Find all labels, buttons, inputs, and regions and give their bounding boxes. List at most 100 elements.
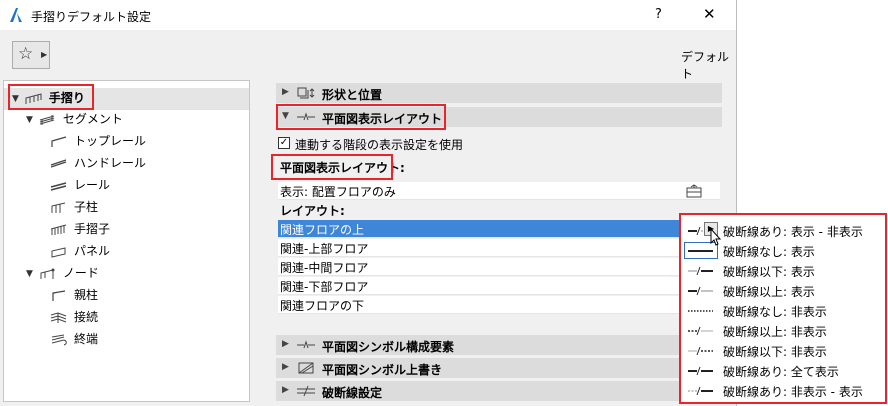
- layout-row-label: 関連-中間フロア: [280, 261, 369, 275]
- break-line-settings-icon: [297, 385, 315, 397]
- toprail-icon: [51, 135, 67, 147]
- chevron-right-icon: ▶: [282, 385, 289, 395]
- handrail-icon: [50, 158, 67, 168]
- layout-row-middle[interactable]: 関連-中間フロア: [278, 258, 720, 276]
- tree-item-node[interactable]: ▼ ノード: [26, 263, 99, 284]
- tree-item-segment[interactable]: ▼ セグメント: [26, 109, 123, 130]
- symbol-override-icon: [298, 362, 314, 374]
- tree-item-baluster[interactable]: 手摺子: [50, 219, 110, 240]
- break-below-hidden-icon: [688, 346, 713, 356]
- dropdown-option-label: 破断線以下: 表示: [723, 265, 815, 279]
- tree-label-newel: 親柱: [74, 288, 99, 302]
- tree-label-baluster: 手摺子: [74, 222, 111, 236]
- layout-row-label: 関連フロアの上: [280, 223, 365, 237]
- break-below-icon: [688, 266, 713, 276]
- layout-row-lower[interactable]: 関連-下部フロア: [278, 277, 720, 295]
- section-label-symbol-components: 平面図シンボル構成要素: [322, 340, 455, 354]
- tree-label-node: ノード: [62, 266, 99, 280]
- chevron-down-icon: ▼: [26, 269, 33, 279]
- dropdown-option-label: 破断線あり: 表示 - 非表示: [723, 225, 863, 239]
- highlight-plan-heading: [271, 154, 393, 180]
- layout-row-label: 関連-下部フロア: [280, 280, 369, 294]
- dropdown-option[interactable]: 破断線あり: 全て表示: [683, 361, 885, 380]
- shape-position-icon: [297, 87, 315, 99]
- title-bar: 手摺りデフォルト設定 ? ✕: [0, 0, 736, 30]
- break-above-icon: [688, 286, 713, 296]
- chevron-down-icon: ▼: [26, 115, 33, 125]
- layout-row-upper[interactable]: 関連-上部フロア: [278, 239, 720, 257]
- star-icon: ☆: [18, 44, 34, 64]
- dropdown-option-label: 破断線以下: 非表示: [723, 345, 827, 359]
- baluster-icon: [50, 224, 67, 235]
- link-stair-checkbox[interactable]: ✓: [278, 137, 290, 149]
- dropdown-option-label: 破断線以上: 非表示: [723, 325, 827, 339]
- tree-label-post: 子柱: [74, 200, 99, 214]
- panel-icon: [51, 246, 66, 258]
- rail-icon: [50, 181, 67, 191]
- tree-label-segment: セグメント: [62, 112, 123, 126]
- tree-label-panel: パネル: [74, 244, 111, 258]
- close-button[interactable]: ✕: [703, 5, 716, 23]
- display-label: 表示: 配置フロアのみ: [280, 185, 396, 199]
- layout-row-label: 関連フロアの下: [280, 299, 365, 313]
- tree-label-toprail: トップレール: [74, 134, 147, 148]
- newel-icon: [52, 289, 66, 301]
- app-icon: [10, 8, 22, 22]
- section-symbol-override[interactable]: ▶ 平面図シンボル上書き: [276, 358, 722, 378]
- settings-tree: ▼ 手摺り ▼ セグメント トップレール ハンドレール レール 子柱 手摺子 パネル…: [3, 80, 250, 402]
- tree-item-rail[interactable]: レール: [50, 175, 110, 196]
- display-row[interactable]: 表示: 配置フロアのみ: [278, 182, 720, 200]
- dropdown-option[interactable]: 破断線以上: 非表示: [683, 321, 885, 340]
- tree-item-connection[interactable]: 接続: [50, 307, 98, 328]
- end-icon: [51, 334, 67, 345]
- break-above-hidden-icon: [688, 326, 713, 336]
- layout-row-label: 関連-上部フロア: [280, 242, 369, 256]
- display-value: 配置フロアのみ: [311, 185, 396, 199]
- node-icon: [40, 268, 55, 279]
- dropdown-option-label: 破断線なし: 表示: [723, 245, 815, 259]
- tree-item-handrail[interactable]: ハンドレール: [50, 153, 146, 174]
- break-all-show-icon: [688, 366, 713, 376]
- triangle-right-icon: ▶: [41, 50, 48, 59]
- layout-row-above[interactable]: 関連フロアの上: [278, 220, 720, 238]
- dropdown-option-label: 破断線以上: 表示: [723, 285, 815, 299]
- tree-item-post[interactable]: 子柱: [50, 197, 98, 218]
- post-icon: [51, 202, 66, 213]
- section-label-shape: 形状と位置: [322, 88, 383, 102]
- dotted-line-icon: [688, 310, 713, 312]
- dropdown-option[interactable]: 破断線以下: 非表示: [683, 341, 885, 360]
- chevron-right-icon: ▶: [282, 362, 289, 372]
- tree-item-end[interactable]: 終端: [50, 329, 98, 350]
- break-hide-show-icon: [688, 386, 713, 396]
- layout-row-below[interactable]: 関連フロアの下: [278, 296, 720, 314]
- tree-item-newel[interactable]: 親柱: [50, 285, 98, 306]
- layout-label: レイアウト:: [280, 204, 345, 218]
- tree-label-connection: 接続: [74, 310, 99, 324]
- floor-icon: [686, 184, 702, 198]
- mouse-cursor-icon: [710, 227, 722, 246]
- help-button[interactable]: ?: [655, 7, 662, 22]
- dropdown-option[interactable]: 破断線なし: 非表示: [683, 301, 885, 320]
- section-break-line[interactable]: ▶ 破断線設定: [276, 381, 722, 401]
- section-symbol-components[interactable]: ▶ 平面図シンボル構成要素: [276, 335, 722, 355]
- tree-label-end: 終端: [74, 332, 99, 346]
- favorites-button[interactable]: ☆ ▶: [12, 41, 50, 69]
- chevron-right-icon: ▶: [282, 339, 289, 349]
- section-label-symbol-override: 平面図シンボル上書き: [322, 363, 443, 377]
- dialog-window: 手摺りデフォルト設定 ? ✕ ☆ ▶ デフォルト ▼ 手摺り ▼ セグメント トップ…: [0, 0, 737, 406]
- highlight-railing: [8, 84, 94, 110]
- tree-label-handrail: ハンドレール: [74, 156, 147, 170]
- dropdown-option-label: 破断線あり: 全て表示: [723, 365, 839, 379]
- tree-item-toprail[interactable]: トップレール: [50, 131, 146, 152]
- link-stair-label: 連動する階段の表示設定を使用: [295, 138, 464, 152]
- dropdown-option[interactable]: 破断線以下: 表示: [683, 261, 885, 280]
- segment-icon: [39, 114, 55, 125]
- dropdown-option[interactable]: 破断線以上: 表示: [683, 281, 885, 300]
- dropdown-option-label: 破断線なし: 非表示: [723, 305, 827, 319]
- default-label: デフォルト: [681, 50, 730, 81]
- symbol-components-icon: [297, 340, 315, 349]
- chevron-right-icon: ▶: [282, 87, 289, 97]
- tree-item-panel[interactable]: パネル: [50, 241, 110, 262]
- dropdown-option[interactable]: 破断線あり: 非表示 - 表示: [683, 381, 885, 400]
- section-shape-position[interactable]: ▶ 形状と位置: [276, 83, 722, 103]
